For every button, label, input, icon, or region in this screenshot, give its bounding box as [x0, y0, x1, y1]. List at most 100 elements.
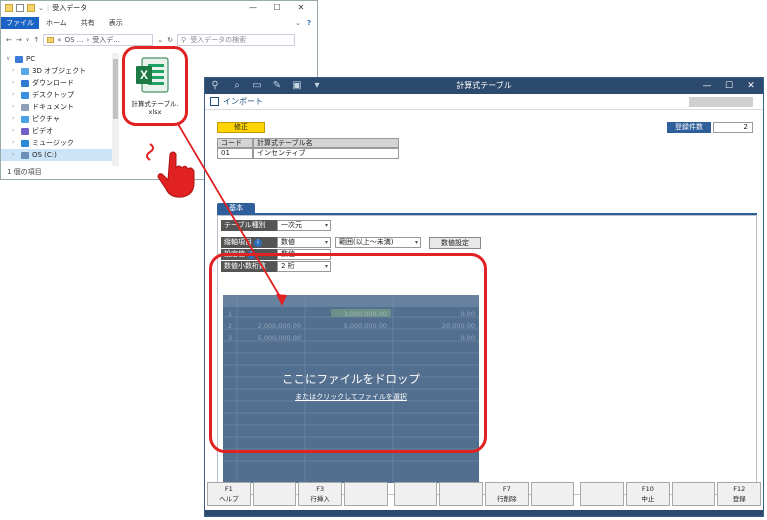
address-segment: OS ...	[64, 36, 84, 44]
search-box[interactable]: ⚲ 受入データの検索	[177, 34, 296, 46]
close-icon[interactable]: ✕	[743, 80, 759, 92]
import-icon[interactable]	[210, 97, 219, 106]
range-select[interactable]: 範囲(以上～未満) ▾	[335, 237, 421, 248]
search-placeholder: 受入データの検索	[190, 36, 247, 44]
name-header: 計算式テーブル名	[253, 138, 399, 148]
help-icon[interactable]: ?	[307, 19, 311, 27]
axis-value: 数値	[281, 238, 295, 246]
desktop-icon	[21, 91, 29, 99]
tools-icon[interactable]: ✎	[271, 80, 283, 92]
ribbon-tab-view[interactable]: 表示	[102, 18, 130, 28]
fkey-f1-help[interactable]: F1 ヘルプ	[207, 482, 251, 506]
tab-basic[interactable]: 基本	[217, 203, 255, 213]
fkey-f12-register[interactable]: F12 登録	[717, 482, 762, 506]
tree-item-os-drive[interactable]: › OS (C:)	[1, 149, 113, 161]
back-arrow-icon[interactable]: ←	[6, 36, 12, 44]
dropdown-arrow-icon: ▾	[324, 239, 328, 246]
excel-icon[interactable]: X	[134, 56, 170, 96]
info-icon[interactable]: i	[254, 239, 262, 247]
code-value: 01	[217, 148, 253, 159]
function-key-bar: F1 ヘルプ F3 行挿入 F7 行削除 F10 中止 F12 登録	[205, 480, 763, 508]
fkey-f5[interactable]	[393, 482, 438, 506]
minimize-icon[interactable]: —	[699, 80, 715, 92]
fkey-label: ヘルプ	[219, 495, 239, 503]
address-dropdown-icon[interactable]: ⌄	[157, 36, 163, 44]
explorer-title: 受入データ	[52, 4, 88, 12]
videos-icon	[21, 127, 29, 135]
fkey-code: F1	[224, 485, 233, 493]
export-icon[interactable]: ▣	[291, 80, 303, 92]
count-value: 2	[713, 122, 753, 133]
count-label: 登録件数	[667, 122, 711, 133]
table-type-label: テーブル種別	[221, 220, 277, 231]
fkey-f2[interactable]	[252, 482, 297, 506]
navigation-tree: ∨ PC › 3D オブジェクト › ダウンロード › デスクトップ › ドキュメント ›…	[1, 53, 113, 165]
table-type-select[interactable]: 一次元 ▾	[277, 220, 331, 231]
tree-item-music[interactable]: › ミュージック	[1, 137, 113, 149]
dropdown-arrow-icon: ▾	[324, 222, 328, 229]
ribbon-tab-home[interactable]: ホーム	[39, 18, 74, 28]
quick-access-dropdown-icon[interactable]: ⌄	[38, 4, 44, 12]
properties-icon[interactable]	[16, 4, 24, 12]
ribbon-tab-file[interactable]: ファイル	[1, 17, 39, 29]
folder-icon	[5, 4, 13, 12]
maximize-icon[interactable]: ☐	[265, 2, 289, 14]
menu-dropdown-icon[interactable]: ▾	[311, 80, 323, 92]
tree-item-3d-objects[interactable]: › 3D オブジェクト	[1, 65, 113, 77]
3d-objects-icon	[21, 67, 29, 75]
axis-label-text: 縦軸項目	[224, 238, 252, 246]
ribbon-expand-icon[interactable]: ⌄	[295, 19, 301, 27]
minimize-icon[interactable]: —	[241, 2, 265, 14]
tree-item-desktop[interactable]: › デスクトップ	[1, 89, 113, 101]
fkey-f8[interactable]	[530, 482, 575, 506]
recent-dropdown-icon[interactable]: ∨	[26, 37, 30, 43]
app-title: 計算式テーブル	[456, 81, 512, 90]
tree-item-pictures[interactable]: › ピクチャ	[1, 113, 113, 125]
axis-select[interactable]: 数値 ▾	[277, 237, 331, 248]
folder-icon	[47, 37, 55, 43]
numeric-setting-button[interactable]: 数値設定	[429, 237, 481, 249]
refresh-icon[interactable]: ↻	[167, 36, 173, 44]
close-icon[interactable]: ✕	[289, 2, 313, 14]
app-subheader: インポート	[205, 94, 763, 110]
axis-label: 縦軸項目 i	[221, 237, 277, 248]
search-icon: ⚲	[181, 36, 187, 44]
drop-highlight-circle	[209, 253, 487, 453]
explorer-title-bar: ⌄ | 受入データ — ☐ ✕	[1, 1, 317, 15]
fkey-f3-insert-row[interactable]: F3 行挿入	[298, 482, 343, 506]
table-type-value: 一次元	[281, 221, 302, 229]
app-bottom-bar	[205, 510, 763, 516]
tree-item-videos[interactable]: › ビデオ	[1, 125, 113, 137]
fkey-f11[interactable]	[671, 482, 716, 506]
fkey-f4[interactable]	[344, 482, 388, 506]
ribbon-tab-share[interactable]: 共有	[74, 18, 102, 28]
file-name-line2: xlsx	[148, 108, 162, 116]
explorer-address-row: ← → ∨ ↑ « OS ... › 受入デ... ⌄ ↻ ⚲ 受入データの検索	[1, 33, 317, 47]
new-folder-icon[interactable]	[27, 4, 35, 12]
explorer-status: 1 個の項目	[7, 168, 42, 176]
file-name[interactable]: 計算式テーブル. xlsx	[128, 100, 182, 116]
tree-item-documents[interactable]: › ドキュメント	[1, 101, 113, 113]
fkey-f9[interactable]	[580, 482, 625, 506]
pc-icon	[15, 55, 23, 63]
search-doc-icon[interactable]: ⌕	[231, 80, 243, 92]
address-bar[interactable]: « OS ... › 受入デ...	[43, 34, 154, 46]
tree-item-downloads[interactable]: › ダウンロード	[1, 77, 113, 89]
tree-scrollbar[interactable]	[112, 53, 119, 166]
fkey-f6[interactable]	[439, 482, 484, 506]
address-overflow: «	[57, 36, 62, 44]
tree-item-pc[interactable]: ∨ PC	[1, 53, 113, 65]
fkey-f10-cancel[interactable]: F10 中止	[626, 482, 670, 506]
maximize-icon[interactable]: ☐	[721, 80, 737, 92]
forward-arrow-icon[interactable]: →	[16, 36, 22, 44]
fkey-label: 行削除	[497, 495, 517, 503]
print-icon[interactable]: ▭	[251, 80, 263, 92]
import-link[interactable]: インポート	[223, 96, 263, 107]
search-plus-icon[interactable]: ⚲	[209, 80, 221, 92]
fkey-f7-delete-row[interactable]: F7 行削除	[485, 482, 529, 506]
up-arrow-icon[interactable]: ↑	[33, 36, 39, 44]
file-name-line1: 計算式テーブル.	[131, 100, 179, 108]
mode-badge: 修正	[217, 122, 265, 133]
fkey-code: F12	[733, 485, 746, 493]
explorer-ribbon: ファイル ホーム 共有 表示 ⌄ ?	[1, 17, 317, 29]
